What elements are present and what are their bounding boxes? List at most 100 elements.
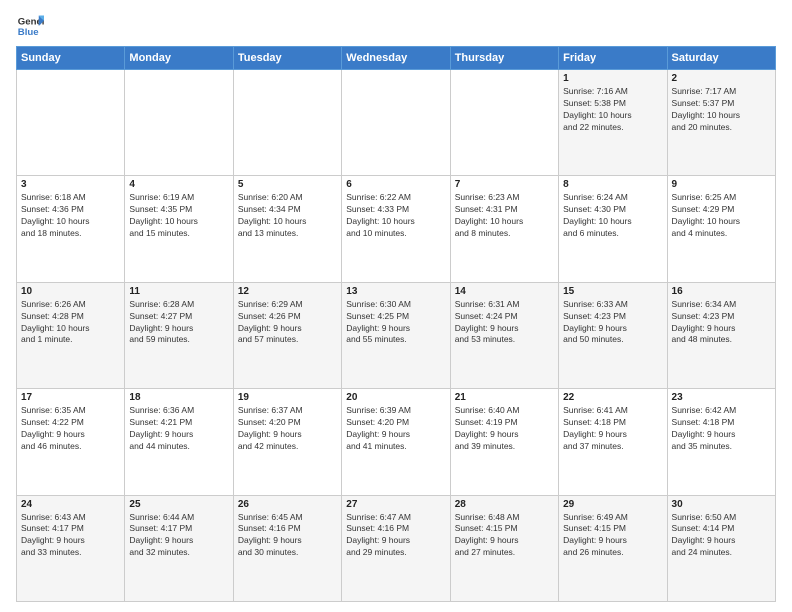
day-number: 16 xyxy=(672,286,771,297)
day-info: Sunrise: 6:35 AM Sunset: 4:22 PM Dayligh… xyxy=(21,405,120,453)
day-cell: 3 Sunrise: 6:18 AM Sunset: 4:36 PM Daylig… xyxy=(17,176,125,282)
day-cell xyxy=(17,70,125,176)
day-cell: 25 Sunrise: 6:44 AM Sunset: 4:17 PM Dayli… xyxy=(125,495,233,601)
day-info: Sunrise: 6:43 AM Sunset: 4:17 PM Dayligh… xyxy=(21,512,120,560)
day-cell: 15 Sunrise: 6:33 AM Sunset: 4:23 PM Dayli… xyxy=(559,282,667,388)
day-number: 11 xyxy=(129,286,228,297)
day-info: Sunrise: 6:19 AM Sunset: 4:35 PM Dayligh… xyxy=(129,192,228,240)
weekday-thursday: Thursday xyxy=(450,47,558,70)
day-info: Sunrise: 6:20 AM Sunset: 4:34 PM Dayligh… xyxy=(238,192,337,240)
day-cell: 2Sunrise: 7:17 AM Sunset: 5:37 PM Daylig… xyxy=(667,70,775,176)
day-number: 15 xyxy=(563,286,662,297)
day-cell: 13 Sunrise: 6:30 AM Sunset: 4:25 PM Dayli… xyxy=(342,282,450,388)
day-number: 14 xyxy=(455,286,554,297)
day-cell: 14 Sunrise: 6:31 AM Sunset: 4:24 PM Dayli… xyxy=(450,282,558,388)
day-info: Sunrise: 6:26 AM Sunset: 4:28 PM Dayligh… xyxy=(21,299,120,347)
weekday-sunday: Sunday xyxy=(17,47,125,70)
day-info: Sunrise: 6:22 AM Sunset: 4:33 PM Dayligh… xyxy=(346,192,445,240)
day-cell: 5 Sunrise: 6:20 AM Sunset: 4:34 PM Daylig… xyxy=(233,176,341,282)
day-info: Sunrise: 6:33 AM Sunset: 4:23 PM Dayligh… xyxy=(563,299,662,347)
day-number: 22 xyxy=(563,392,662,403)
day-number: 19 xyxy=(238,392,337,403)
day-cell: 10 Sunrise: 6:26 AM Sunset: 4:28 PM Dayli… xyxy=(17,282,125,388)
day-info: Sunrise: 6:23 AM Sunset: 4:31 PM Dayligh… xyxy=(455,192,554,240)
day-number: 27 xyxy=(346,499,445,510)
week-row-2: 3 Sunrise: 6:18 AM Sunset: 4:36 PM Daylig… xyxy=(17,176,776,282)
day-info: Sunrise: 6:45 AM Sunset: 4:16 PM Dayligh… xyxy=(238,512,337,560)
day-number: 17 xyxy=(21,392,120,403)
day-number: 18 xyxy=(129,392,228,403)
day-info: Sunrise: 6:31 AM Sunset: 4:24 PM Dayligh… xyxy=(455,299,554,347)
day-info: Sunrise: 6:47 AM Sunset: 4:16 PM Dayligh… xyxy=(346,512,445,560)
day-number: 13 xyxy=(346,286,445,297)
day-cell: 26 Sunrise: 6:45 AM Sunset: 4:16 PM Dayli… xyxy=(233,495,341,601)
day-cell: 22 Sunrise: 6:41 AM Sunset: 4:18 PM Dayli… xyxy=(559,389,667,495)
day-number: 26 xyxy=(238,499,337,510)
day-cell: 19 Sunrise: 6:37 AM Sunset: 4:20 PM Dayli… xyxy=(233,389,341,495)
day-cell: 21Sunrise: 6:40 AM Sunset: 4:19 PM Dayli… xyxy=(450,389,558,495)
weekday-saturday: Saturday xyxy=(667,47,775,70)
logo: General Blue xyxy=(16,12,50,40)
day-number: 23 xyxy=(672,392,771,403)
day-number: 1 xyxy=(563,73,662,84)
day-info: Sunrise: 6:49 AM Sunset: 4:15 PM Dayligh… xyxy=(563,512,662,560)
weekday-wednesday: Wednesday xyxy=(342,47,450,70)
day-info: Sunrise: 6:36 AM Sunset: 4:21 PM Dayligh… xyxy=(129,405,228,453)
svg-text:Blue: Blue xyxy=(18,27,39,38)
day-info: Sunrise: 6:41 AM Sunset: 4:18 PM Dayligh… xyxy=(563,405,662,453)
day-cell: 9Sunrise: 6:25 AM Sunset: 4:29 PM Daylig… xyxy=(667,176,775,282)
day-info: Sunrise: 6:29 AM Sunset: 4:26 PM Dayligh… xyxy=(238,299,337,347)
week-row-1: 1Sunrise: 7:16 AM Sunset: 5:38 PM Daylig… xyxy=(17,70,776,176)
day-number: 12 xyxy=(238,286,337,297)
day-cell: 12 Sunrise: 6:29 AM Sunset: 4:26 PM Dayli… xyxy=(233,282,341,388)
day-cell: 11 Sunrise: 6:28 AM Sunset: 4:27 PM Dayli… xyxy=(125,282,233,388)
day-cell: 28Sunrise: 6:48 AM Sunset: 4:15 PM Dayli… xyxy=(450,495,558,601)
day-cell xyxy=(125,70,233,176)
day-number: 30 xyxy=(672,499,771,510)
day-cell: 1Sunrise: 7:16 AM Sunset: 5:38 PM Daylig… xyxy=(559,70,667,176)
header: General Blue xyxy=(16,12,776,40)
day-number: 29 xyxy=(563,499,662,510)
day-info: Sunrise: 6:28 AM Sunset: 4:27 PM Dayligh… xyxy=(129,299,228,347)
weekday-friday: Friday xyxy=(559,47,667,70)
day-number: 7 xyxy=(455,179,554,190)
day-cell: 6Sunrise: 6:22 AM Sunset: 4:33 PM Daylig… xyxy=(342,176,450,282)
day-info: Sunrise: 6:37 AM Sunset: 4:20 PM Dayligh… xyxy=(238,405,337,453)
day-cell: 7 Sunrise: 6:23 AM Sunset: 4:31 PM Daylig… xyxy=(450,176,558,282)
day-cell: 23 Sunrise: 6:42 AM Sunset: 4:18 PM Dayli… xyxy=(667,389,775,495)
day-cell: 4 Sunrise: 6:19 AM Sunset: 4:35 PM Daylig… xyxy=(125,176,233,282)
day-cell: 29 Sunrise: 6:49 AM Sunset: 4:15 PM Dayli… xyxy=(559,495,667,601)
calendar-table: SundayMondayTuesdayWednesdayThursdayFrid… xyxy=(16,46,776,602)
day-number: 10 xyxy=(21,286,120,297)
day-cell xyxy=(342,70,450,176)
weekday-monday: Monday xyxy=(125,47,233,70)
day-cell: 16 Sunrise: 6:34 AM Sunset: 4:23 PM Dayli… xyxy=(667,282,775,388)
day-info: Sunrise: 6:18 AM Sunset: 4:36 PM Dayligh… xyxy=(21,192,120,240)
day-number: 9 xyxy=(672,179,771,190)
day-cell: 30 Sunrise: 6:50 AM Sunset: 4:14 PM Dayli… xyxy=(667,495,775,601)
day-info: Sunrise: 6:34 AM Sunset: 4:23 PM Dayligh… xyxy=(672,299,771,347)
day-info: Sunrise: 6:24 AM Sunset: 4:30 PM Dayligh… xyxy=(563,192,662,240)
week-row-3: 10 Sunrise: 6:26 AM Sunset: 4:28 PM Dayli… xyxy=(17,282,776,388)
day-cell: 18 Sunrise: 6:36 AM Sunset: 4:21 PM Dayli… xyxy=(125,389,233,495)
day-number: 3 xyxy=(21,179,120,190)
day-info: Sunrise: 6:50 AM Sunset: 4:14 PM Dayligh… xyxy=(672,512,771,560)
day-number: 20 xyxy=(346,392,445,403)
day-info: Sunrise: 6:42 AM Sunset: 4:18 PM Dayligh… xyxy=(672,405,771,453)
day-info: Sunrise: 6:44 AM Sunset: 4:17 PM Dayligh… xyxy=(129,512,228,560)
day-number: 21 xyxy=(455,392,554,403)
day-number: 4 xyxy=(129,179,228,190)
day-cell xyxy=(233,70,341,176)
day-cell xyxy=(450,70,558,176)
day-cell: 24 Sunrise: 6:43 AM Sunset: 4:17 PM Dayli… xyxy=(17,495,125,601)
logo-icon: General Blue xyxy=(16,12,44,40)
week-row-4: 17 Sunrise: 6:35 AM Sunset: 4:22 PM Dayli… xyxy=(17,389,776,495)
day-number: 28 xyxy=(455,499,554,510)
day-number: 8 xyxy=(563,179,662,190)
day-number: 5 xyxy=(238,179,337,190)
weekday-tuesday: Tuesday xyxy=(233,47,341,70)
day-number: 25 xyxy=(129,499,228,510)
day-number: 24 xyxy=(21,499,120,510)
day-info: Sunrise: 6:30 AM Sunset: 4:25 PM Dayligh… xyxy=(346,299,445,347)
weekday-header-row: SundayMondayTuesdayWednesdayThursdayFrid… xyxy=(17,47,776,70)
